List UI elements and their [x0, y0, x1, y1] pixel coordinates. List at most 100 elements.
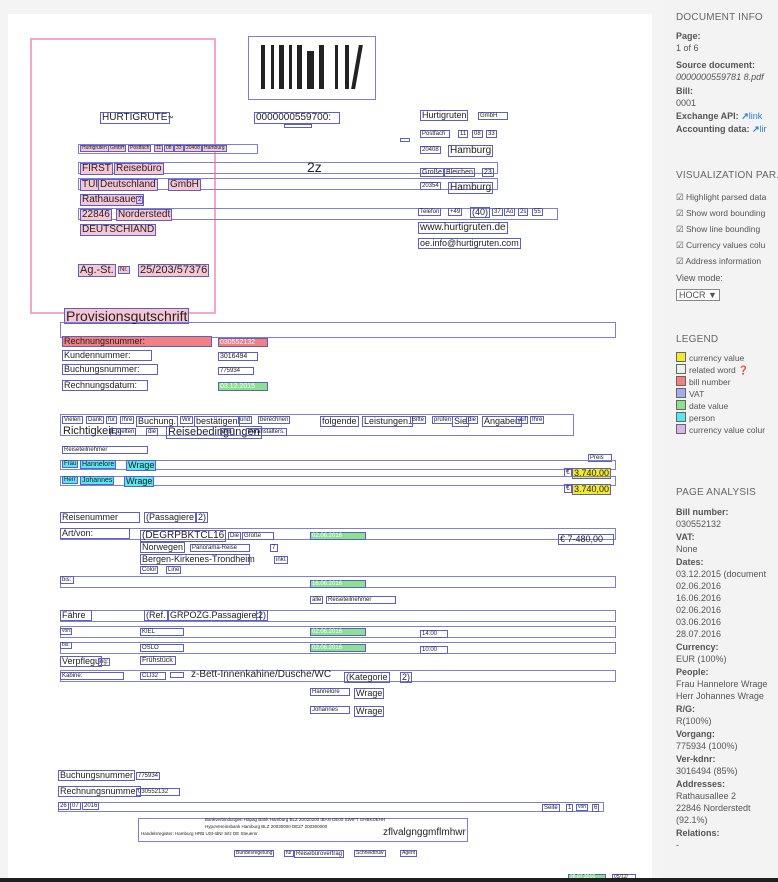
pax-first: Johannes: [80, 476, 115, 485]
analysis-label: People:: [676, 667, 709, 677]
phone-word: +49: [448, 208, 463, 216]
checkbox-icon[interactable]: ☑: [676, 192, 686, 202]
small-mark: [400, 138, 410, 142]
passagiere-word: (Passagiere: [144, 512, 197, 523]
company-logo-text: HURTIGRUTE™: [100, 112, 174, 124]
street-word: Bleichen: [444, 168, 475, 177]
document-viewer: HURTIGRUTE™ 0000000559700: Hurtigruten G…: [0, 0, 662, 882]
kundennummer-label: Kundennummer:: [62, 350, 152, 361]
analysis-label: Vorgang:: [676, 729, 715, 739]
legend-swatch: [676, 364, 686, 374]
vis-option[interactable]: ☑ Highlight parsed data: [676, 192, 766, 203]
bill-label: Bill:: [676, 86, 693, 96]
analysis-value: 3016494 (85%): [676, 766, 738, 776]
source-label: Source document:: [676, 60, 756, 70]
page-value: 1 of 6: [676, 43, 699, 53]
legend-label: related word: [689, 365, 736, 375]
color-line-word: Color: [140, 566, 159, 574]
sender-word: 33: [174, 145, 184, 152]
garbled-text: zflvalgnggmflmhwr: [383, 827, 466, 838]
footer-buchung-value: 775934: [136, 772, 161, 780]
ref-word: GRPOZG.Passagiere:: [168, 610, 262, 621]
sender-word: Hurtigruten: [80, 145, 109, 152]
legend-swatch: [676, 424, 686, 434]
route-text: Bergen-Kirkenes-Trondheim: [140, 554, 255, 565]
analysis-value: EUR (100%): [676, 654, 727, 664]
recipient-word: 22846: [80, 209, 112, 221]
pax-last: Wrage: [124, 476, 155, 487]
plz-hamburg-1: 20408: [420, 146, 441, 154]
thanks-word: Ihre: [120, 416, 135, 424]
thanks-word: die: [466, 416, 479, 424]
trademark: ™: [167, 116, 174, 122]
thanks-word: prüfen: [432, 416, 454, 424]
bis2-label: bis:: [60, 642, 72, 649]
kabine-text: z-Bett-Innenkahine/Dusche/WC: [191, 669, 332, 680]
seite-word: 6: [592, 804, 600, 812]
date-ferry-start: 02.06.2016: [310, 628, 366, 636]
thanks-word: Dank: [86, 416, 105, 424]
verpflegung-word: Verpflegu: [60, 656, 103, 667]
norwegen-word: Norwegen: [140, 542, 186, 553]
legend-swatch: [676, 412, 686, 422]
vis-option[interactable]: ☑ Address information: [676, 256, 761, 267]
norwegen-word: Panorama-Reise: [190, 544, 250, 552]
checkbox-icon[interactable]: ☑: [676, 224, 686, 234]
legend-label: currency value: [689, 353, 745, 363]
pax-title: Herr: [62, 476, 78, 484]
footer-buchung-label: Buchungsnummer: [58, 770, 136, 781]
legend-swatch: [676, 400, 686, 410]
bottom-last: Wrage: [354, 706, 385, 717]
rechnungsdatum-value: 03.12.2015: [218, 382, 268, 391]
external-link-icon[interactable]: ↗: [752, 124, 760, 134]
analysis-label: VAT:: [676, 532, 695, 542]
trip-word: Große: [242, 532, 274, 540]
seite-word: Seite: [542, 804, 560, 812]
analysis-value: 03.06.2016: [676, 617, 722, 627]
norwegen-word: 7: [270, 544, 278, 552]
legend-item: VAT: [676, 388, 704, 399]
checkbox-icon[interactable]: ☑: [676, 208, 686, 218]
thanks-word: berechnen: [258, 416, 291, 424]
analysis-value: R(100%): [676, 716, 712, 726]
passagiere-word: 2): [196, 512, 209, 523]
analysis-value: None: [676, 544, 698, 554]
recipient-word: 2: [136, 196, 144, 204]
checkbox-icon[interactable]: ☑: [676, 256, 686, 266]
vis-option[interactable]: ☑ Show word bounding: [676, 208, 765, 219]
website: www.hurtigruten.de: [418, 222, 508, 234]
thanks-word: folgende: [320, 416, 359, 427]
artvon-label: Art/von:: [60, 528, 130, 539]
phone-word: 55: [532, 208, 543, 216]
external-link-icon[interactable]: ↗: [741, 111, 749, 121]
pax-amount: 3.740,00: [572, 484, 612, 495]
rules-word: Veranstalters.: [246, 428, 287, 436]
bundes-word: Agent: [400, 850, 418, 857]
help-icon[interactable]: ❓: [736, 365, 749, 375]
vis-option[interactable]: ☑ Currency values colu: [676, 240, 765, 251]
bundes-word: Schneidtrüw: [354, 850, 386, 857]
accounting-link[interactable]: lir: [760, 124, 767, 134]
recipient-country: DEUTSCHIAND: [80, 224, 157, 236]
exchange-link[interactable]: link: [749, 111, 763, 121]
phone-word: 2s: [518, 208, 529, 216]
bottom-last: Wrage: [354, 688, 385, 699]
plz-hamburg-2: 20354: [420, 182, 441, 190]
view-mode-select[interactable]: HOCR ▼: [676, 289, 720, 301]
legend-swatch: [676, 376, 686, 386]
bundes-word: Bundesregelung: [234, 850, 275, 857]
footer-date-line: [58, 802, 604, 812]
recipient-word: Rathausauee: [80, 194, 144, 206]
vis-option[interactable]: ☑ Show line bounding: [676, 224, 760, 235]
date-end: 16.06.2016: [310, 580, 366, 588]
legend-label: VAT: [689, 389, 705, 399]
analysis-value: (92.1%): [676, 815, 708, 825]
checkbox-icon[interactable]: ☑: [676, 240, 686, 250]
alle-word: alle: [310, 596, 324, 604]
route-word: inkl.: [274, 556, 288, 564]
rechnungsnummer-label: Rechnungsnummer:: [62, 336, 212, 347]
document-page: HURTIGRUTE™ 0000000559700: Hurtigruten G…: [8, 14, 652, 882]
sender-word: 20408: [184, 145, 202, 152]
accounting-label: Accounting data:: [676, 124, 750, 134]
agst-number: 25/203/57376: [138, 264, 210, 277]
